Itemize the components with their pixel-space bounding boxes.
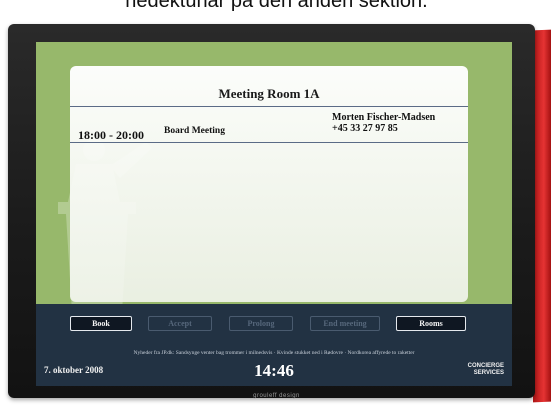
divider [70, 106, 468, 107]
divider [70, 142, 468, 143]
organizer-phone: +45 33 27 97 85 [332, 123, 398, 134]
meeting-title: Board Meeting [164, 126, 225, 136]
top-caption: nedektunar på den anden sektion. [125, 0, 428, 12]
screen: Meeting Room 1A 18:00 - 20:00 Board Meet… [36, 42, 512, 386]
rooms-button[interactable]: Rooms [396, 316, 466, 331]
organizer-name: Morten Fischer-Madsen [332, 112, 436, 123]
meeting-organizer: Morten Fischer-Madsen +45 33 27 97 85 [332, 112, 435, 134]
accept-button[interactable]: Accept [148, 316, 212, 331]
news-ticker: Nyheder fra JP.dk: Sandsynge venter bag … [133, 350, 415, 356]
prolong-button[interactable]: Prolong [229, 316, 293, 331]
meeting-time: 18:00 - 20:00 [78, 128, 144, 142]
bottom-bar: Book Accept Prolong End meeting Rooms Ny… [36, 304, 512, 386]
book-button[interactable]: Book [70, 316, 132, 331]
monitor-red-side [533, 29, 551, 403]
room-title: Meeting Room 1A [218, 86, 320, 101]
end-meeting-button[interactable]: End meeting [310, 316, 380, 331]
brand-label: grouleff design [253, 393, 300, 399]
booking-card: Meeting Room 1A 18:00 - 20:00 Board Meet… [70, 66, 468, 302]
current-clock: 14:46 [254, 361, 294, 380]
logo-line: SERVICES [473, 370, 504, 376]
logo-line: CONCIERGE [467, 363, 504, 369]
concierge-services-logo: CONCIERGE SERVICES [468, 363, 504, 377]
